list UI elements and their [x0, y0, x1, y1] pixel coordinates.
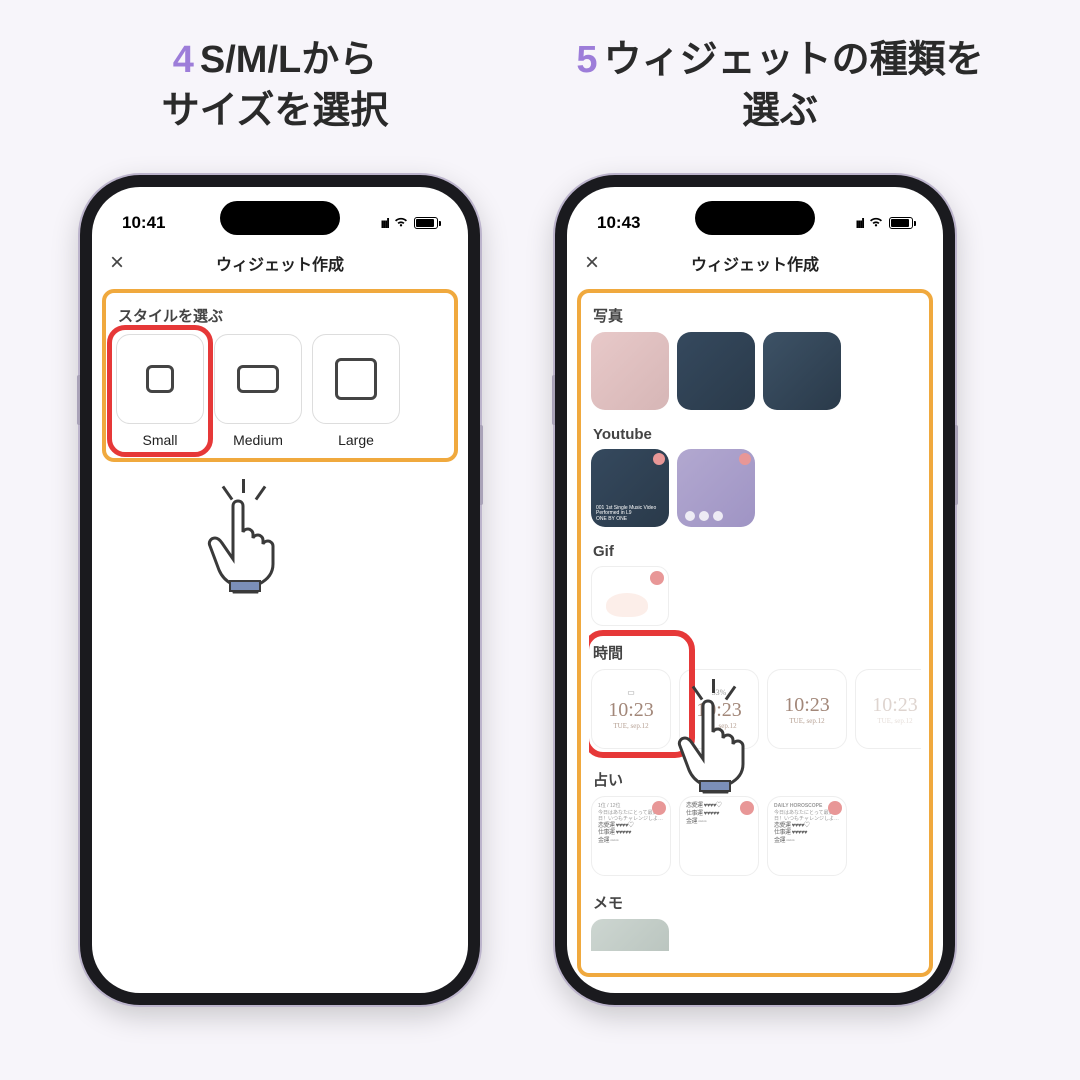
- battery-mini-icon: ▭: [627, 688, 635, 697]
- status-indicators: ıııl: [380, 215, 438, 231]
- time-widget-2[interactable]: 33% 10:23 TUE, sep.12: [679, 669, 759, 749]
- small-square-icon: [146, 365, 174, 393]
- step4-caption: 4S/M/Lから サイズを選択: [95, 35, 455, 138]
- app-header: × ウィジェット作成: [567, 241, 943, 289]
- photo-row: [589, 332, 921, 420]
- wifi-icon: [393, 215, 409, 231]
- size-options: Small Medium Large: [112, 334, 448, 448]
- gif-widget-1[interactable]: [591, 566, 669, 626]
- youtube-widget-1[interactable]: 001 1st Single Music Video Performed in …: [591, 449, 669, 527]
- category-photo: 写真: [589, 299, 921, 332]
- status-time: 10:41: [122, 213, 165, 233]
- badge-icon: [828, 801, 842, 815]
- time-widget-1[interactable]: ▭ 10:23 TUE, sep.12: [591, 669, 671, 749]
- size-large[interactable]: Large: [312, 334, 400, 448]
- category-time: 時間: [589, 636, 921, 669]
- youtube-row: 001 1st Single Music Video Performed in …: [589, 449, 921, 537]
- fortune-row: 1位 / 12位 今日はあなたにとって最高の日！いつもチャレンジしよ… 恋愛運 …: [589, 796, 921, 886]
- battery-icon: [414, 217, 438, 229]
- large-square-icon: [335, 358, 377, 400]
- photo-widget-3[interactable]: [763, 332, 841, 410]
- media-controls-icon: [685, 511, 723, 521]
- gif-row: [589, 566, 921, 636]
- category-memo: メモ: [589, 886, 921, 919]
- wifi-icon: [868, 215, 884, 231]
- widget-scroll[interactable]: 写真 Youtube 001 1st Single Music Video Pe…: [589, 299, 921, 951]
- dynamic-island: [220, 201, 340, 235]
- fortune-widget-3[interactable]: DAILY HOROSCOPE 今日はあなたにとって最高の日！いつもチャレンジし…: [767, 796, 847, 876]
- badge-icon: [740, 801, 754, 815]
- photo-widget-2[interactable]: [677, 332, 755, 410]
- size-small[interactable]: Small: [116, 334, 204, 448]
- screen-left: 10:41 ıııl × ウィジェット作成 スタイルを選ぶ Small: [92, 187, 468, 993]
- fortune-widget-2[interactable]: 恋愛運 ♥♥♥♥♡ 仕事運 ♥♥♥♥♥ 金運 ◦◦◦◦◦: [679, 796, 759, 876]
- status-indicators: ıııl: [855, 215, 913, 231]
- battery-icon: [889, 217, 913, 229]
- memo-widget-1[interactable]: [591, 919, 669, 951]
- fortune-widget-1[interactable]: 1位 / 12位 今日はあなたにとって最高の日！いつもチャレンジしよ… 恋愛運 …: [591, 796, 671, 876]
- time-row: ▭ 10:23 TUE, sep.12 33% 10:23 TUE, sep.1…: [589, 669, 921, 759]
- time-widget-3[interactable]: 10:23 TUE, sep.12: [767, 669, 847, 749]
- page-title: ウィジェット作成: [92, 251, 468, 275]
- badge-icon: [652, 801, 666, 815]
- signal-icon: ıııl: [380, 215, 388, 231]
- small-selected-ring: Small: [107, 325, 213, 457]
- tap-hand-icon: [202, 487, 302, 602]
- badge-icon: [653, 453, 665, 465]
- page-title: ウィジェット作成: [567, 251, 943, 275]
- app-header: × ウィジェット作成: [92, 241, 468, 289]
- step5-caption: 5ウィジェットの種類を 選ぶ: [540, 35, 1020, 138]
- size-medium[interactable]: Medium: [214, 334, 302, 448]
- category-youtube: Youtube: [589, 420, 921, 449]
- screen-right: 10:43 ıııl × ウィジェット作成 写真 Youtub: [567, 187, 943, 993]
- phone-step4: 10:41 ıııl × ウィジェット作成 スタイルを選ぶ Small: [80, 175, 480, 1005]
- category-fortune: 占い: [589, 763, 921, 796]
- style-selection-highlight: スタイルを選ぶ Small Medium Large: [102, 289, 458, 462]
- time-widget-4[interactable]: 10:23 TUE, sep.12: [855, 669, 921, 749]
- category-gif: Gif: [589, 537, 921, 566]
- time-section: 時間 ▭ 10:23 TUE, sep.12 33% 10:23 TUE, se…: [589, 636, 921, 759]
- youtube-caption: 001 1st Single Music Video Performed in …: [596, 506, 664, 523]
- phone-step5: 10:43 ıııl × ウィジェット作成 写真 Youtub: [555, 175, 955, 1005]
- step4-number: 4: [173, 39, 194, 81]
- memo-row: [589, 919, 921, 951]
- signal-icon: ıııl: [855, 215, 863, 231]
- badge-icon: [650, 571, 664, 585]
- status-time: 10:43: [597, 213, 640, 233]
- youtube-widget-2[interactable]: [677, 449, 755, 527]
- photo-widget-1[interactable]: [591, 332, 669, 410]
- step5-number: 5: [576, 39, 597, 81]
- dynamic-island: [695, 201, 815, 235]
- widget-type-highlight: 写真 Youtube 001 1st Single Music Video Pe…: [577, 289, 933, 977]
- medium-rect-icon: [237, 365, 279, 393]
- badge-icon: [739, 453, 751, 465]
